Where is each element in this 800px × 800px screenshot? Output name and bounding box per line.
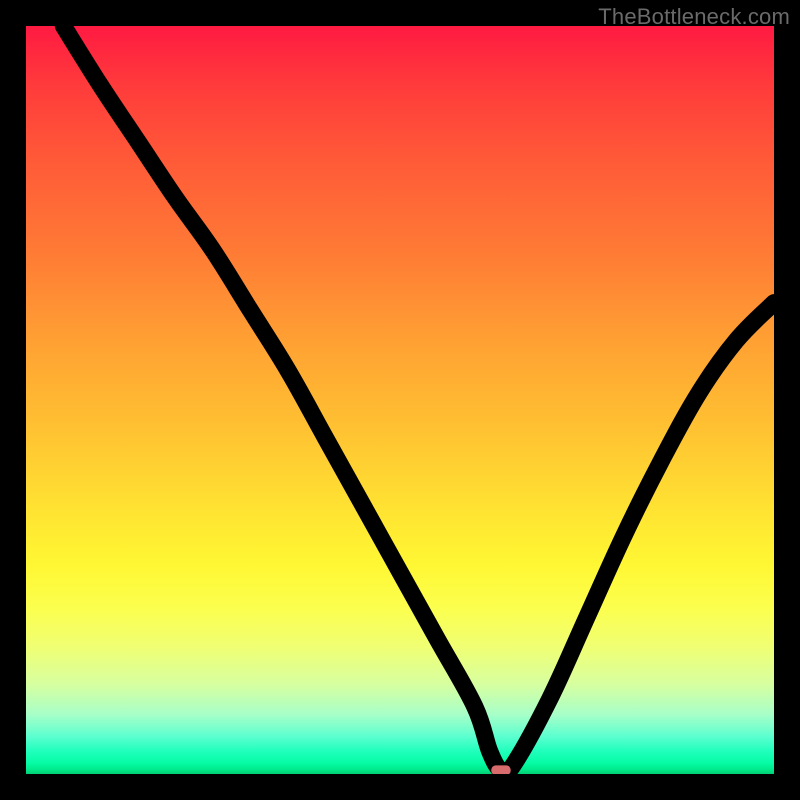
bottleneck-curve	[63, 26, 774, 774]
chart-svg	[26, 26, 774, 774]
chart-plot-area	[26, 26, 774, 774]
watermark-text: TheBottleneck.com	[598, 4, 790, 30]
optimum-marker	[491, 765, 510, 774]
